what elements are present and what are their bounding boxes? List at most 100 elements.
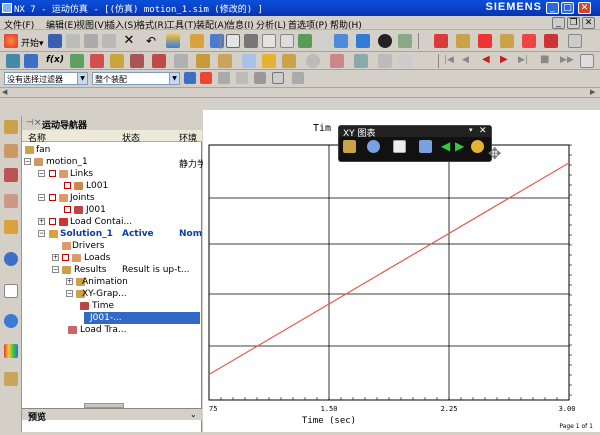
step-forward-icon[interactable]: ▶| (518, 55, 528, 65)
arrow-right-icon[interactable]: ▶ (455, 139, 464, 153)
xy-panel-close-icon[interactable]: ✕ (479, 126, 487, 136)
tree-row-drivers[interactable]: Drivers (22, 240, 202, 252)
display-mode-icon[interactable] (356, 34, 370, 48)
tree-row-results[interactable]: − Results Result is up-t... (22, 264, 202, 276)
joint-icon[interactable] (70, 54, 84, 68)
load-icon[interactable] (174, 54, 188, 68)
rewind-icon[interactable]: |◀ (444, 55, 454, 65)
edit-graph-icon[interactable] (343, 140, 356, 153)
collapse-icon[interactable]: − (66, 290, 73, 297)
play-icon[interactable]: ▶ (500, 54, 508, 65)
orientation-icon[interactable] (500, 34, 514, 48)
damper-icon[interactable] (110, 54, 124, 68)
cut-icon[interactable] (66, 34, 80, 48)
visibility-checkbox[interactable] (62, 254, 69, 261)
visibility-checkbox[interactable] (64, 182, 71, 189)
loop-icon[interactable] (580, 54, 594, 68)
pan-icon[interactable] (262, 34, 276, 48)
select-feature-icon[interactable] (200, 72, 212, 84)
orient-view-icon[interactable] (316, 34, 330, 48)
chevron-down-icon[interactable]: ▼ (77, 73, 87, 84)
tree-row-motion[interactable]: − motion_1 静力学 (22, 156, 206, 170)
end-icon[interactable]: ▶▶ (560, 55, 574, 65)
tree-row-xy-graph[interactable]: − XY-Grap... (22, 288, 202, 300)
column-env[interactable]: 环境 (179, 131, 197, 144)
rotate-icon[interactable] (298, 34, 312, 48)
contact-icon[interactable] (130, 54, 144, 68)
doc-restore-button[interactable]: ❐ (567, 17, 580, 29)
tree-row-animation[interactable]: + Animation (22, 276, 202, 288)
tree-row-time[interactable]: Time (22, 300, 202, 312)
camera-icon[interactable] (398, 34, 412, 48)
tree-row-fan[interactable]: fan (22, 144, 202, 156)
shaded-icon[interactable] (334, 34, 348, 48)
column-name[interactable]: 名称 (28, 131, 46, 144)
constraint-navigator-icon[interactable] (4, 144, 18, 158)
torque-icon[interactable] (218, 54, 232, 68)
render-style-icon[interactable] (378, 34, 392, 48)
collapse-icon[interactable]: − (24, 158, 31, 165)
step-back-icon[interactable]: ◀ (462, 55, 469, 65)
copy-icon[interactable] (84, 34, 98, 48)
minimize-button[interactable]: _ (546, 2, 559, 14)
arrow-left-icon[interactable]: ◀ (441, 139, 450, 153)
solver-icon[interactable] (242, 54, 256, 68)
solve-icon[interactable] (262, 54, 276, 68)
layer-icon[interactable] (568, 34, 582, 48)
edit-object-icon[interactable] (190, 34, 204, 48)
grid-icon[interactable] (419, 140, 432, 153)
general-select-icon[interactable] (184, 72, 196, 84)
axis-format-icon[interactable] (393, 140, 406, 153)
select-options-icon[interactable] (292, 72, 304, 84)
hd3d-tools-icon[interactable] (4, 252, 18, 266)
refresh-graph-icon[interactable] (471, 140, 484, 153)
repeat-command-icon[interactable] (166, 34, 180, 48)
chevron-down-icon[interactable]: ▾ (469, 126, 473, 134)
doc-close-button[interactable]: ✕ (582, 17, 595, 29)
set-wcs-icon[interactable] (522, 34, 536, 48)
tree-row-joints[interactable]: − Joints (22, 192, 202, 204)
web-browser-icon[interactable] (4, 284, 18, 298)
start-icon[interactable] (4, 34, 18, 48)
collapse-icon[interactable]: − (38, 230, 45, 237)
axis-icon[interactable] (478, 34, 492, 48)
visibility-checkbox[interactable] (49, 170, 56, 177)
wcs-icon[interactable] (456, 34, 470, 48)
visibility-checkbox[interactable] (49, 194, 56, 201)
datum-icon[interactable] (544, 34, 558, 48)
selection-filter-combo[interactable]: 没有选择过滤器 ▼ (4, 72, 88, 85)
articulation-icon[interactable] (330, 54, 344, 68)
pin-icon[interactable]: ⊣× (26, 118, 41, 128)
select-edge-icon[interactable] (254, 72, 266, 84)
assembly-navigator-icon[interactable] (4, 120, 18, 134)
collapse-icon[interactable]: − (52, 266, 59, 273)
maximize-button[interactable]: □ (561, 2, 574, 14)
zoom-window-icon[interactable] (280, 34, 294, 48)
strip-expand-icon[interactable]: ▶ (590, 88, 595, 96)
command-finder-icon[interactable] (210, 34, 224, 48)
preview-panel[interactable]: 预览 ⌄ (22, 408, 202, 423)
motion-navigator-icon[interactable] (4, 194, 18, 208)
tree-row-solution[interactable]: − Solution_1 Active Nom (22, 228, 202, 240)
expand-icon[interactable]: + (52, 254, 59, 261)
zoom-icon[interactable] (244, 34, 258, 48)
strip-collapse-icon[interactable]: ◀ (2, 88, 7, 96)
trace-icon[interactable] (398, 54, 412, 68)
link-icon[interactable] (24, 54, 38, 68)
system-materials-icon[interactable] (4, 344, 18, 358)
undo-icon[interactable]: ↶ (144, 34, 158, 48)
function-icon[interactable]: f(x) (46, 55, 64, 65)
expand-icon[interactable]: + (38, 218, 45, 225)
save-icon[interactable] (48, 34, 62, 48)
part-navigator-icon[interactable] (4, 168, 18, 182)
fit-icon[interactable] (226, 34, 240, 48)
delete-icon[interactable]: ✕ (122, 34, 136, 48)
collapse-icon[interactable]: − (38, 170, 45, 177)
motion-env-icon[interactable] (6, 54, 20, 68)
animation-icon[interactable] (282, 54, 296, 68)
roles-icon[interactable] (4, 372, 18, 386)
tree-row-l001[interactable]: L001 (22, 180, 202, 192)
tree-row-links[interactable]: − Links (22, 168, 202, 180)
tree-row-j001[interactable]: J001 (22, 204, 202, 216)
sensor-icon[interactable] (306, 54, 320, 68)
